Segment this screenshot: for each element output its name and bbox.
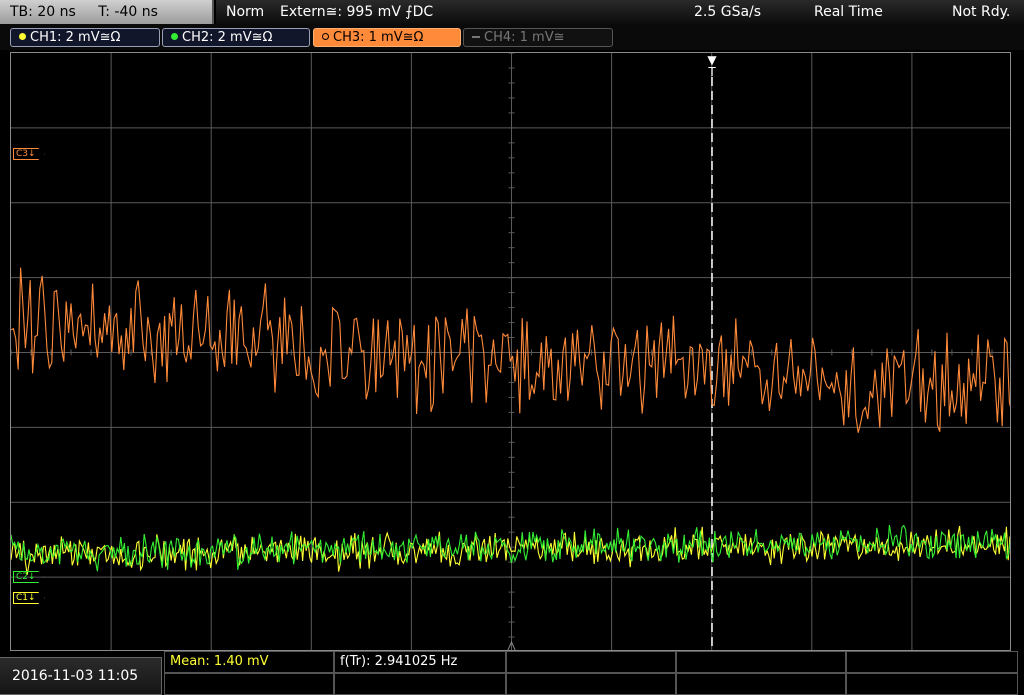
- waveform-display[interactable]: C3↓ C2↓ C1↓ ▼ T: [10, 52, 1011, 651]
- timebase-label: TB: 20 ns: [10, 4, 76, 20]
- measurement-slot-3[interactable]: [506, 651, 676, 673]
- ch1-label: CH1: 2 mV≅Ω: [30, 30, 121, 45]
- mean-measurement[interactable]: Mean: 1.40 mV: [164, 651, 334, 673]
- tab-ch2[interactable]: CH2: 2 mV≅Ω: [162, 28, 310, 47]
- measurement-slot-5[interactable]: [846, 651, 1018, 673]
- trigger-marker-label: T: [708, 65, 716, 79]
- measurement-slot-10[interactable]: [846, 673, 1018, 695]
- timebase-box[interactable]: TB: 20 ns T: -40 ns: [0, 0, 214, 24]
- tab-ch1[interactable]: CH1: 2 mV≅Ω: [10, 28, 160, 47]
- ch4-label: CH4: 1 mV≅: [484, 30, 565, 45]
- sample-rate-label: 2.5 GSa/s: [694, 4, 762, 20]
- ch2-offset-marker[interactable]: C2↓: [13, 571, 45, 583]
- measurement-slot-4[interactable]: [676, 651, 846, 673]
- measurement-slot-7[interactable]: [334, 673, 506, 695]
- datetime-display: 2016-11-03 11:05: [0, 657, 162, 695]
- run-status-label: Not Rdy.: [952, 4, 1011, 20]
- trigger-time-label: T: -40 ns: [98, 4, 158, 20]
- channel-bar: CH1: 2 mV≅Ω CH2: 2 mV≅Ω CH3: 1 mV≅Ω CH4:…: [0, 24, 1024, 50]
- measurement-bar: 2016-11-03 11:05 Mean: 1.40 mV f(Tr): 2.…: [0, 651, 1024, 695]
- ch3-indicator-icon: [322, 33, 329, 40]
- ch2-indicator-icon: [171, 33, 178, 40]
- measurement-slot-6[interactable]: [164, 673, 334, 695]
- tab-ch3[interactable]: CH3: 1 mV≅Ω: [313, 28, 461, 47]
- ch1-offset-marker[interactable]: C1↓: [13, 592, 45, 604]
- measurement-slot-8[interactable]: [506, 673, 676, 695]
- ch3-label: CH3: 1 mV≅Ω: [333, 30, 424, 45]
- measurement-slot-9[interactable]: [676, 673, 846, 695]
- trigger-position-marker[interactable]: ▼ T: [705, 54, 719, 78]
- ch4-indicator-icon: [472, 36, 480, 38]
- measurement-table[interactable]: Mean: 1.40 mV f(Tr): 2.941025 Hz: [164, 651, 1024, 695]
- frequency-measurement[interactable]: f(Tr): 2.941025 Hz: [334, 651, 506, 673]
- ch2-label: CH2: 2 mV≅Ω: [182, 30, 273, 45]
- acquisition-strip[interactable]: Norm Extern≅: 995 mV ⨍DC 2.5 GSa/s Real …: [216, 0, 1024, 24]
- ch3-offset-marker[interactable]: C3↓: [13, 148, 45, 160]
- trigger-mode-label: Norm: [226, 4, 265, 20]
- trigger-source-label: Extern≅: 995 mV ⨍DC: [280, 4, 434, 20]
- ch1-indicator-icon: [19, 33, 26, 40]
- acquisition-mode-label: Real Time: [814, 4, 883, 20]
- tab-ch4[interactable]: CH4: 1 mV≅: [463, 28, 613, 47]
- status-bar: TB: 20 ns T: -40 ns Norm Extern≅: 995 mV…: [0, 0, 1024, 24]
- graticule: [11, 53, 1010, 650]
